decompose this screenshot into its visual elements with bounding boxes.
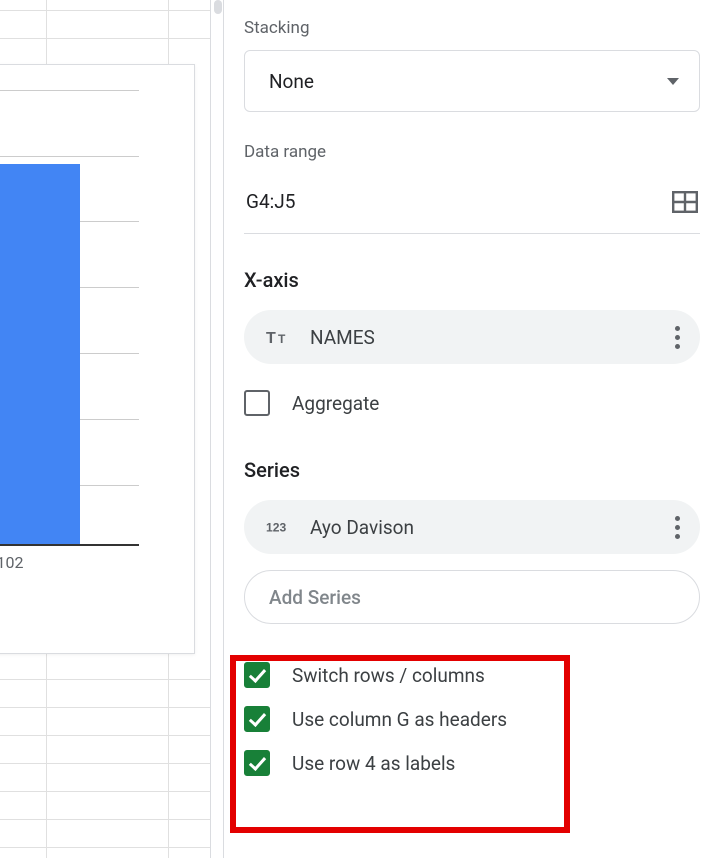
series-chip-label: Ayo Davison — [310, 516, 653, 539]
select-range-icon[interactable] — [672, 191, 698, 213]
xaxis-chip[interactable]: TT NAMES — [244, 310, 700, 364]
series-heading: Series — [244, 458, 700, 482]
stacking-label: Stacking — [244, 18, 700, 38]
series-chip[interactable]: 123 Ayo Davison — [244, 500, 700, 554]
vertical-scrollbar[interactable] — [210, 0, 224, 858]
series-menu-icon[interactable] — [671, 510, 684, 545]
number-type-icon: 123 — [266, 519, 292, 535]
chart-editor-panel: Stacking None Data range G4:J5 X-axis TT… — [224, 0, 720, 858]
xaxis-menu-icon[interactable] — [671, 320, 684, 355]
stacking-value: None — [269, 70, 314, 93]
svg-text:123: 123 — [266, 520, 286, 534]
add-series-button[interactable]: Add Series — [244, 570, 700, 624]
chart-preview[interactable]: S102 — [0, 64, 195, 654]
chevron-down-icon — [667, 78, 679, 85]
xaxis-heading: X-axis — [244, 268, 700, 292]
switch-rows-columns-label: Switch rows / columns — [292, 664, 485, 687]
data-range-label: Data range — [244, 142, 700, 162]
switch-rows-columns-checkbox[interactable] — [244, 662, 270, 688]
aggregate-checkbox[interactable] — [244, 390, 270, 416]
xaxis-chip-label: NAMES — [310, 326, 653, 349]
use-column-headers-label: Use column G as headers — [292, 708, 507, 731]
text-type-icon: TT — [266, 328, 292, 346]
chart-bar — [0, 164, 80, 544]
svg-text:T: T — [278, 332, 286, 346]
aggregate-label: Aggregate — [292, 392, 379, 415]
spreadsheet-grid: S102 — [0, 0, 210, 858]
chart-x-tick: S102 — [0, 553, 23, 572]
stacking-dropdown[interactable]: None — [244, 50, 700, 112]
use-column-headers-checkbox[interactable] — [244, 706, 270, 732]
add-series-label: Add Series — [269, 586, 361, 609]
data-range-value[interactable]: G4:J5 — [246, 190, 295, 213]
svg-text:T: T — [266, 330, 276, 346]
use-row-labels-checkbox[interactable] — [244, 750, 270, 776]
use-row-labels-label: Use row 4 as labels — [292, 752, 455, 775]
